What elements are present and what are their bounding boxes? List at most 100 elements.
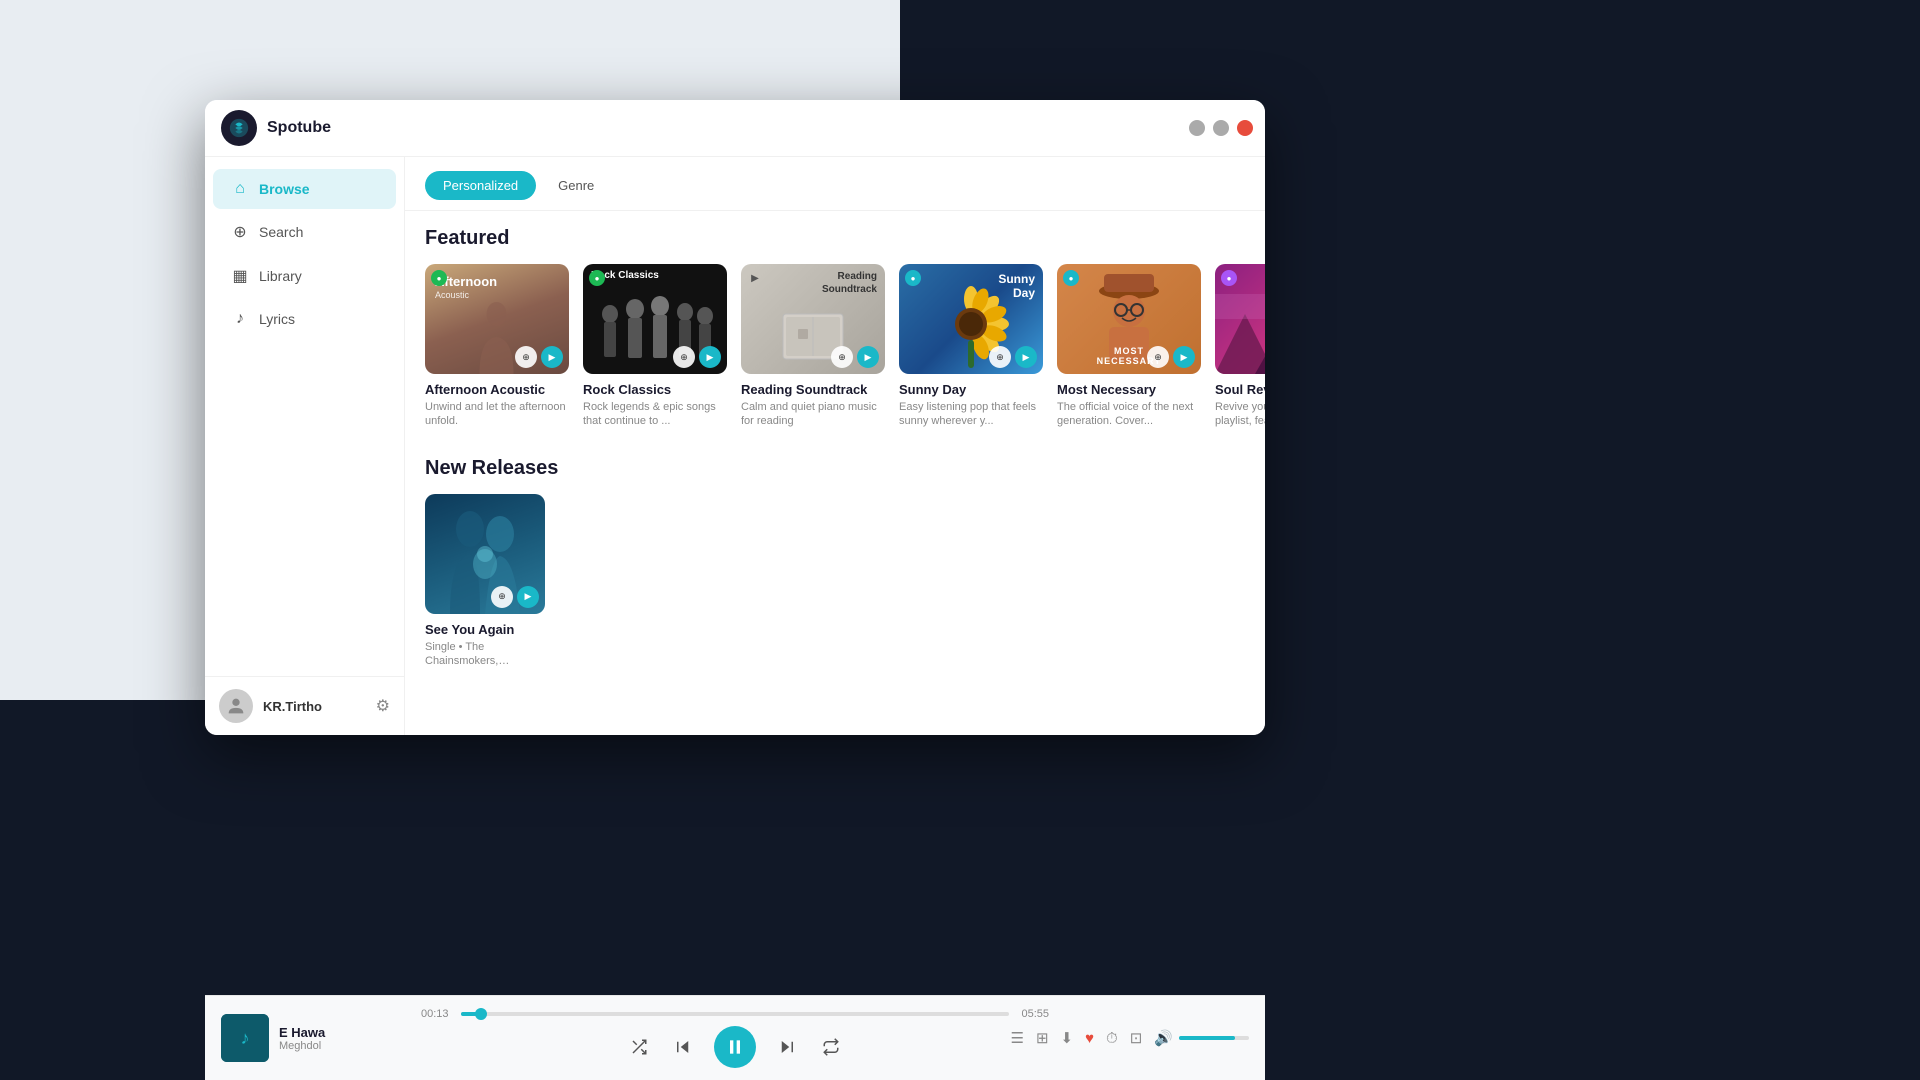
volume-control: 🔊 [1154,1029,1249,1047]
tab-genre[interactable]: Genre [540,171,612,200]
card-desc-reading: Calm and quiet piano music for reading [741,400,885,429]
download-button[interactable]: ⬇ [1061,1029,1074,1047]
spotify-logo-afternoon: ● [431,270,449,288]
track-info: E Hawa Meghdol [279,1025,325,1052]
like-button[interactable]: ♥ [1085,1030,1094,1047]
card-name-sunny: Sunny Day [899,382,1043,397]
track-name: E Hawa [279,1025,325,1040]
card-desc-necessary: The official voice of the next generatio… [1057,400,1201,429]
play-pause-button[interactable] [714,1026,756,1068]
play-btn-seeyou[interactable]: ▶ [517,586,539,608]
add-to-library-btn-rock[interactable]: ⊕ [673,346,695,368]
minimize-button[interactable]: ─ [1189,120,1205,136]
card-desc-soul: Revive your soul with this playlist, fea… [1215,400,1265,429]
sidebar-item-library-label: Library [259,268,302,284]
content-scroll: Featured Afternoon Acoustic [405,211,1265,712]
volume-bar[interactable] [1179,1036,1249,1040]
add-to-library-btn-necessary[interactable]: ⊕ [1147,346,1169,368]
settings-icon[interactable]: ⚙ [376,696,390,716]
progress-bar[interactable] [461,1012,1009,1016]
spotify-logo-reading: ▶ [747,270,765,288]
app-title: Spotube [267,119,331,137]
library-icon: ▦ [231,266,249,286]
play-btn-rock[interactable]: ▶ [699,346,721,368]
card-image-soul: SoulRevived ● ⊕ ▶ [1215,264,1265,374]
card-actions-necessary: ⊕ ▶ [1147,346,1195,368]
current-time: 00:13 [421,1008,453,1020]
card-image-sunny: SunnyDay [899,264,1043,374]
card-actions-seeyou: ⊕ ▶ [491,586,539,608]
card-image-rock: Rock Classics [583,264,727,374]
sidebar-item-lyrics-label: Lyrics [259,311,295,327]
volume-bar-fill [1179,1036,1235,1040]
card-actions-afternoon: ⊕ ▶ [515,346,563,368]
progress-bar-wrap: 00:13 05:55 [421,1008,1049,1020]
card-name-seeyou: See You Again [425,622,545,637]
card-desc-rock: Rock legends & epic songs that continue … [583,400,727,429]
new-releases-cards-row: ⊕ ▶ See You Again Single • The Chainsmok… [425,494,1245,669]
app-window: Spotube ─ □ ✕ ⌂ Browse ⊕ Search ▦ Libra [205,100,1265,735]
total-time: 05:55 [1017,1008,1049,1020]
search-icon: ⊕ [231,222,249,242]
play-btn-reading[interactable]: ▶ [857,346,879,368]
progress-thumb [475,1008,487,1020]
window-controls: ─ □ ✕ [1189,120,1253,136]
add-to-library-btn-sunny[interactable]: ⊕ [989,346,1011,368]
sidebar-item-lyrics[interactable]: ♪ Lyrics [213,299,396,339]
avatar [219,689,253,723]
now-playing-bar: ♪ E Hawa Meghdol 00:13 05:55 [205,995,1265,1080]
repeat-button[interactable] [818,1034,844,1060]
nav-items: ⌂ Browse ⊕ Search ▦ Library ♪ Lyrics [205,157,404,676]
prev-button[interactable] [670,1034,696,1060]
card-reading-soundtrack[interactable]: ReadingSoundtrack ▶ [741,264,885,429]
card-name-soul: Soul Revived [1215,382,1265,397]
maximize-button[interactable]: □ [1213,120,1229,136]
play-btn-necessary[interactable]: ▶ [1173,346,1195,368]
reading-title-badge: ReadingSoundtrack [822,270,877,296]
card-image-seeyou: ⊕ ▶ [425,494,545,614]
card-rock-classics[interactable]: Rock Classics [583,264,727,429]
add-to-library-btn-reading[interactable]: ⊕ [831,346,853,368]
card-sunny-day[interactable]: SunnyDay [899,264,1043,429]
next-button[interactable] [774,1034,800,1060]
sidebar-bottom: KR.Tirtho ⚙ [205,676,404,735]
shuffle-button[interactable] [626,1034,652,1060]
app-body: ⌂ Browse ⊕ Search ▦ Library ♪ Lyrics [205,157,1265,735]
new-releases-title: New Releases [425,457,1245,480]
sidebar-item-search-label: Search [259,224,303,240]
spotify-logo-necessary: ● [1063,270,1081,288]
sidebar-item-library[interactable]: ▦ Library [213,255,396,297]
spotify-logo-soul: ● [1221,270,1239,288]
add-to-library-btn-afternoon[interactable]: ⊕ [515,346,537,368]
close-button[interactable]: ✕ [1237,120,1253,136]
main-content: Personalized Genre Featured Afternoon Ac… [405,157,1265,735]
titlebar: Spotube ─ □ ✕ [205,100,1265,157]
play-btn-sunny[interactable]: ▶ [1015,346,1037,368]
card-soul-revived[interactable]: SoulRevived ● ⊕ ▶ Soul Revived Revive yo [1215,264,1265,429]
lyrics-icon: ♪ [231,310,249,328]
sidebar-item-browse[interactable]: ⌂ Browse [213,169,396,209]
card-desc-seeyou: Single • The Chainsmokers, ILLENIU... [425,640,545,669]
play-btn-afternoon[interactable]: ▶ [541,346,563,368]
fullscreen-button[interactable]: ⊡ [1130,1029,1143,1047]
card-see-you-again[interactable]: ⊕ ▶ See You Again Single • The Chainsmok… [425,494,545,669]
track-artist: Meghdol [279,1040,325,1052]
card-name-reading: Reading Soundtrack [741,382,885,397]
featured-title: Featured [425,227,1245,250]
card-most-necessary[interactable]: MOSTNECESSARY ● ⊕ ▶ Most Necessary The o [1057,264,1201,429]
player-controls [626,1026,844,1068]
card-afternoon-acoustic[interactable]: Afternoon Acoustic ● [425,264,569,429]
card-image-necessary: MOSTNECESSARY ● ⊕ ▶ [1057,264,1201,374]
player-right: ☰ ⊞ ⬇ ♥ ⏱ ⊡ 🔊 [1049,1029,1249,1047]
home-icon: ⌂ [231,180,249,198]
sidebar-item-search[interactable]: ⊕ Search [213,211,396,253]
volume-icon[interactable]: 🔊 [1154,1029,1173,1047]
card-name-necessary: Most Necessary [1057,382,1201,397]
filter-button[interactable]: ⊞ [1036,1029,1049,1047]
queue-button[interactable]: ☰ [1011,1029,1024,1047]
tab-personalized[interactable]: Personalized [425,171,536,200]
add-to-library-btn-seeyou[interactable]: ⊕ [491,586,513,608]
spotify-logo-sunny: ● [905,270,923,288]
history-button[interactable]: ⏱ [1106,1030,1118,1047]
spotify-logo-rock: ● [589,270,607,288]
